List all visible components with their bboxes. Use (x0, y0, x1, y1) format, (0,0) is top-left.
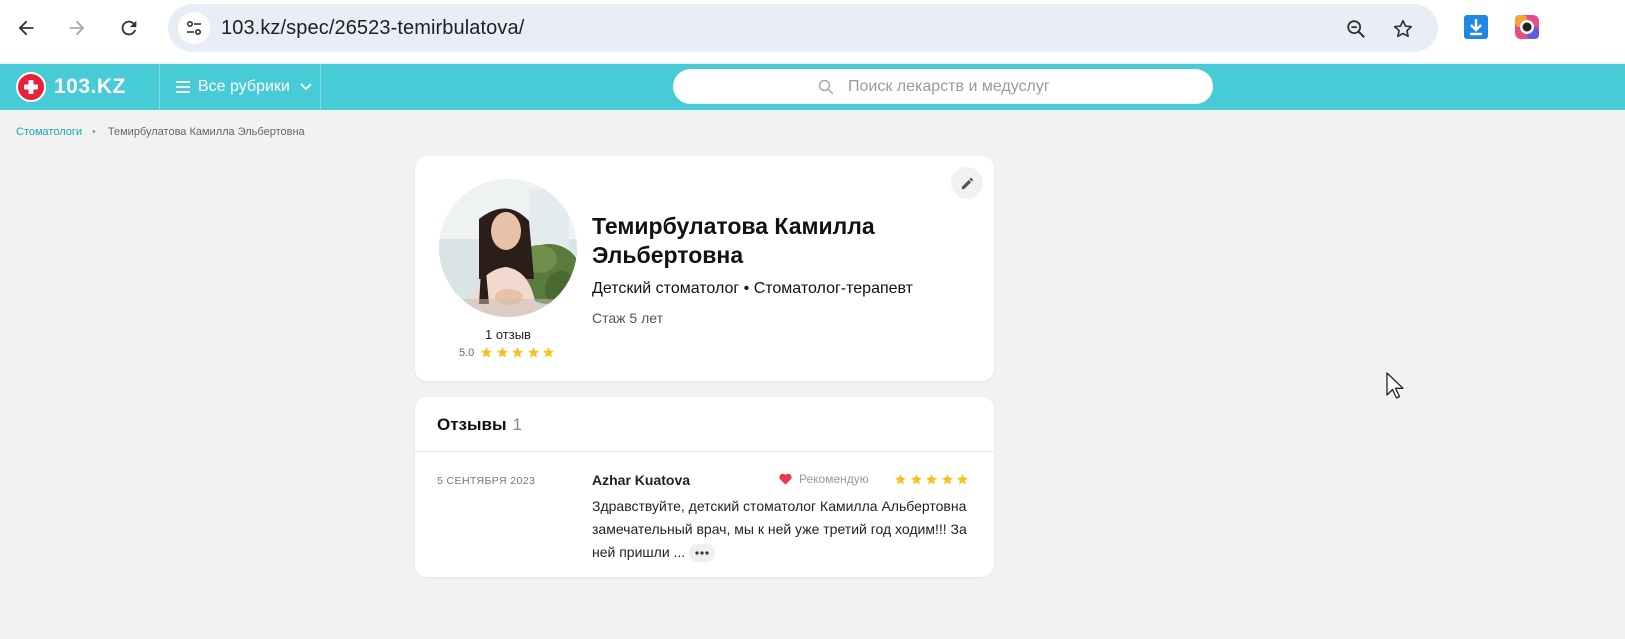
divider (415, 451, 994, 452)
star-icon (926, 474, 937, 485)
medical-cross-icon (16, 72, 46, 102)
rating-value: 5.0 (459, 346, 475, 359)
search-box[interactable] (673, 69, 1213, 104)
star-icon (481, 347, 493, 358)
more-dots-icon (695, 551, 709, 555)
heart-icon (779, 473, 792, 485)
forward-button[interactable] (61, 12, 93, 44)
breadcrumb: Стоматологи • Темирбулатова Камилла Эльб… (16, 126, 305, 138)
site-settings-icon[interactable] (178, 12, 210, 44)
star-icon (895, 474, 906, 485)
review-body: Здравствуйте, детский стоматолог Камилла… (592, 498, 967, 560)
recommend-label: Рекомендую (799, 472, 869, 486)
mouse-cursor-icon (1386, 372, 1404, 399)
rubrics-label: Все рубрики (198, 78, 290, 95)
edit-button[interactable] (951, 167, 983, 199)
site-header: 103.KZ Все рубрики (0, 64, 1625, 110)
browser-toolbar: 103.kz/spec/26523-temirbulatova/ (0, 0, 1625, 62)
url-text[interactable]: 103.kz/spec/26523-temirbulatova/ (221, 17, 524, 40)
doctor-profile-card: 1 отзыв 5.0 Темирбулатова Камилла Эльбер… (415, 156, 994, 381)
search-icon (818, 79, 834, 95)
pencil-icon (961, 177, 973, 189)
star-icon (910, 474, 922, 485)
breadcrumb-separator: • (92, 126, 96, 138)
review-date: 5 СЕНТЯБРЯ 2023 (437, 475, 536, 487)
star-icon (527, 347, 539, 358)
chevron-down-icon (300, 83, 312, 91)
header-divider (320, 64, 321, 110)
search-input[interactable] (848, 77, 1068, 96)
zoom-out-icon[interactable] (1343, 16, 1369, 42)
reviews-count: 1 (512, 415, 522, 434)
header-divider (159, 64, 160, 110)
reload-icon (121, 20, 137, 36)
all-rubrics-menu[interactable]: Все рубрики (176, 64, 312, 110)
bookmark-star-icon[interactable] (1390, 16, 1416, 42)
forward-icon (69, 20, 85, 36)
star-icon (512, 347, 524, 358)
doctor-name: Темирбулатова Камилла Эльбертовна (592, 213, 875, 268)
star-icon (543, 347, 555, 358)
review-stars (894, 473, 972, 486)
review-author: Azhar Kuatova (592, 472, 691, 488)
site-logo[interactable]: 103.KZ (16, 71, 126, 103)
back-button[interactable] (10, 12, 42, 44)
logo-text: 103.KZ (54, 75, 126, 98)
star-icon (941, 474, 953, 485)
back-icon (18, 20, 34, 36)
breadcrumb-current: Темирбулатова Камилла Эльбертовна (107, 126, 305, 138)
doctor-experience: Стаж 5 лет (592, 310, 663, 326)
doctor-avatar (439, 179, 577, 317)
star-icon (496, 347, 508, 358)
review-text: Здравствуйте, детский стоматолог Камилла… (592, 495, 982, 564)
reviews-heading: Отзывы 1 (437, 415, 522, 435)
rating-row: 5.0 (459, 346, 558, 359)
recommend-badge: Рекомендую (779, 472, 869, 486)
breadcrumb-link-dentists[interactable]: Стоматологи (16, 126, 82, 138)
expand-review-button[interactable] (689, 544, 716, 563)
menu-icon (176, 81, 190, 93)
doctor-specialties: Детский стоматолог • Стоматолог-терапевт (592, 280, 914, 297)
star-icon (957, 474, 968, 485)
review-count[interactable]: 1 отзыв (439, 327, 577, 342)
reviews-card: Отзывы 1 5 СЕНТЯБРЯ 2023 Azhar Kuatova Ре… (415, 397, 994, 577)
reviews-title: Отзывы (437, 415, 507, 434)
address-bar[interactable]: 103.kz/spec/26523-temirbulatova/ (168, 4, 1438, 52)
reload-button[interactable] (113, 12, 145, 44)
extension-icon[interactable] (1514, 14, 1540, 40)
download-icon[interactable] (1463, 14, 1489, 40)
